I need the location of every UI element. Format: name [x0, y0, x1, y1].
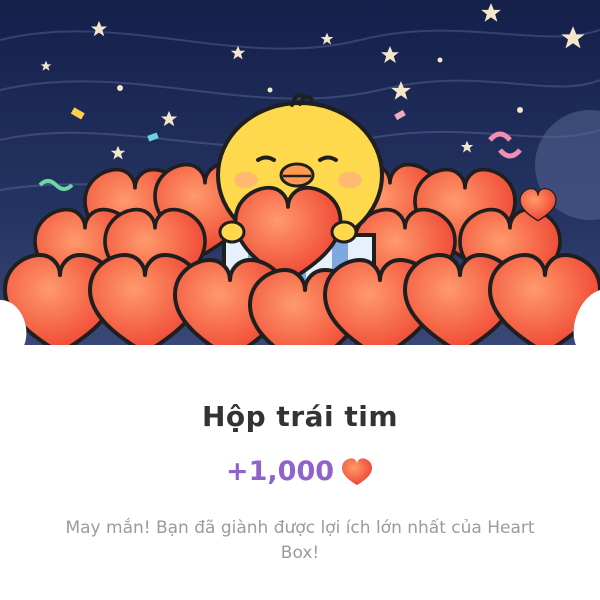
reward-row: +1,000 [0, 456, 600, 487]
heart-icon [342, 457, 373, 485]
reward-card: Hộp trái tim +1,000 May mắn! Bạn đã giàn… [0, 0, 600, 600]
page-title: Hộp trái tim [201, 400, 399, 433]
reward-amount: +1,000 [225, 456, 335, 487]
reward-description: May mắn! Bạn đã giành được lợi ích lớn n… [65, 518, 535, 563]
heart-box-illustration [0, 0, 600, 360]
